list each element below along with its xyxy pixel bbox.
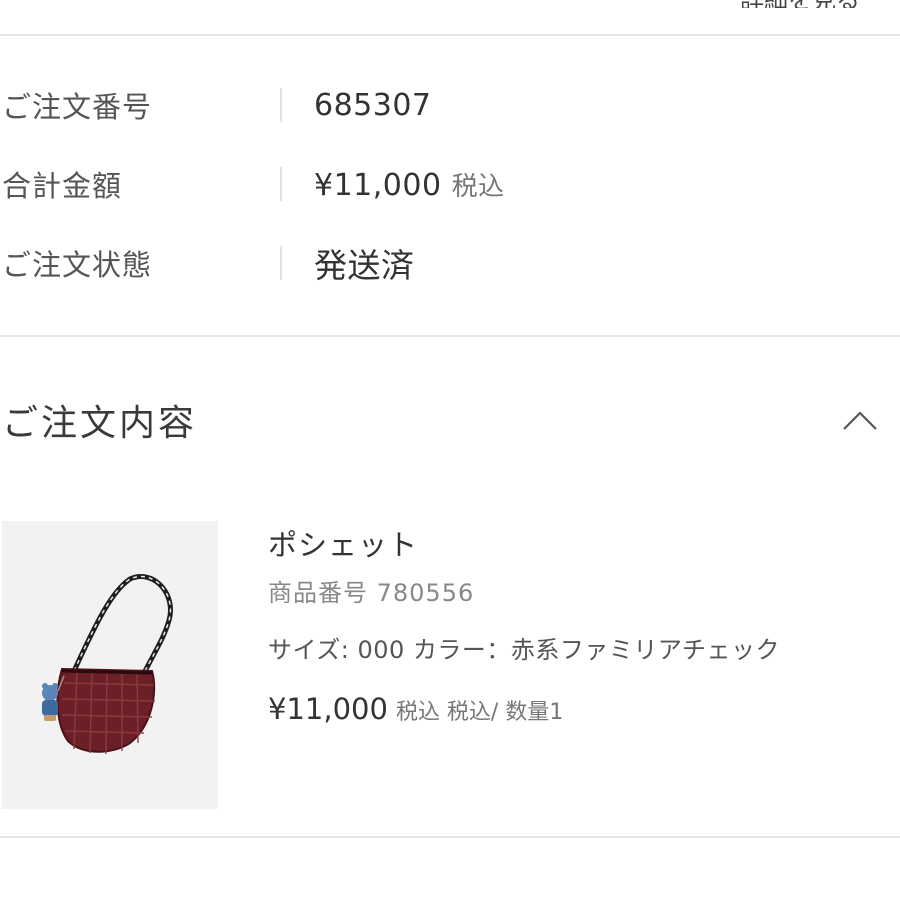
details-link-fragment[interactable]: 詳細を見る — [700, 0, 860, 8]
product-tax-quantity: 税込 税込/ 数量1 — [395, 700, 564, 725]
order-number-value: 685307 — [314, 87, 432, 123]
order-status-label: ご注文状態 — [2, 248, 153, 282]
product-info: ポシェット 商品番号 780556 サイズ: 000 カラー：赤系ファミリアチェ… — [268, 520, 780, 732]
product-name[interactable]: ポシェット — [268, 520, 780, 570]
product-code: 商品番号 780556 — [268, 579, 475, 607]
order-number-row: ご注文番号 685307 — [0, 75, 900, 135]
total-amount-label: 合計金額 — [2, 169, 123, 203]
product-image[interactable] — [2, 521, 218, 809]
order-contents-title: ご注文内容 — [2, 403, 198, 444]
total-amount-value: ¥11,000 — [314, 167, 442, 203]
details-link-label[interactable]: 詳細を見る — [740, 0, 860, 8]
product-price: ¥11,000 — [268, 692, 388, 726]
total-amount-tax-label: 税込 — [451, 171, 505, 202]
product-price-line: ¥11,000 税込 税込/ 数量1 — [268, 686, 780, 732]
chevron-up-icon[interactable] — [840, 400, 880, 440]
divider — [0, 335, 900, 337]
order-contents-header[interactable]: ご注文内容 — [0, 385, 900, 455]
order-status-value: 発送済 — [314, 246, 415, 285]
divider — [0, 836, 900, 838]
divider — [0, 34, 900, 36]
total-amount-row: 合計金額 ¥11,000 税込 — [0, 154, 900, 214]
order-number-label: ご注文番号 — [2, 90, 153, 124]
order-status-row: ご注文状態 発送済 — [0, 233, 900, 293]
total-amount-value-wrap: ¥11,000 税込 — [282, 166, 505, 203]
product-options: サイズ: 000 カラー：赤系ファミリアチェック — [268, 636, 780, 664]
